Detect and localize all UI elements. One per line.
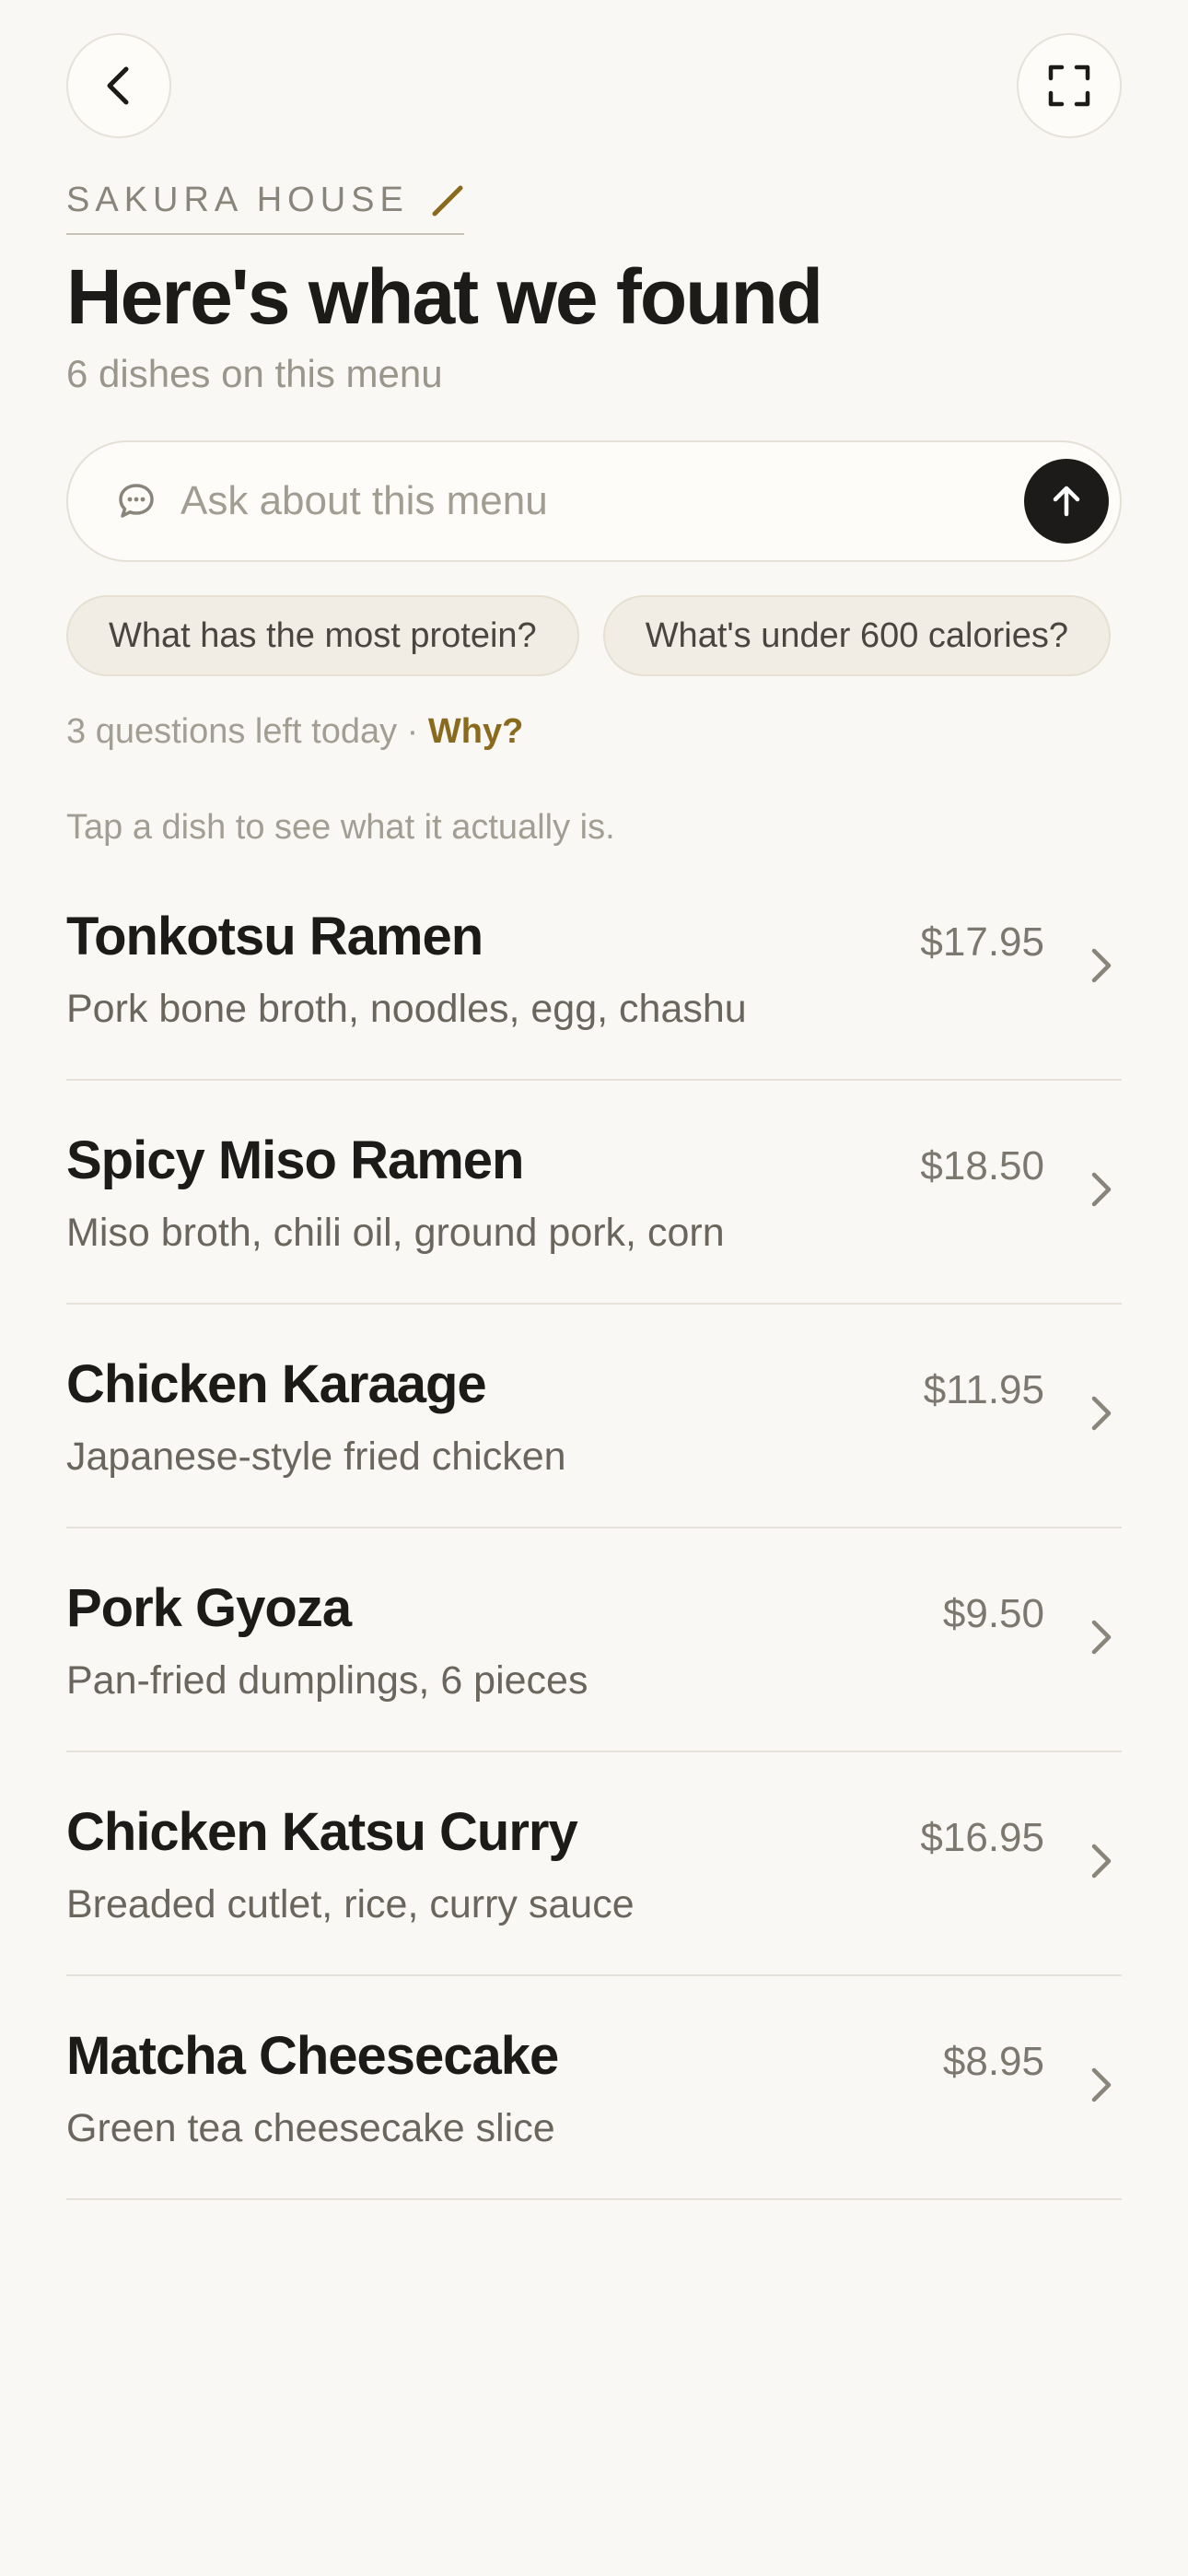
- top-bar: [66, 33, 1122, 138]
- chevron-right-icon: [1091, 1396, 1112, 1431]
- dish-price: $17.95: [920, 919, 1044, 965]
- send-button[interactable]: [1024, 459, 1109, 544]
- dish-price: $18.50: [920, 1143, 1044, 1188]
- chevron-left-icon: [107, 66, 129, 105]
- dish-description: Pan-fried dumplings, 6 pieces: [66, 1658, 588, 1703]
- dish-price: $16.95: [920, 1815, 1044, 1860]
- suggestion-chip-calories[interactable]: What's under 600 calories?: [602, 595, 1111, 676]
- scan-frame-icon: [1048, 64, 1090, 107]
- back-button[interactable]: [66, 33, 171, 138]
- chat-bubble-icon: [119, 484, 154, 518]
- menu-item[interactable]: Matcha Cheesecake Green tea cheesecake s…: [66, 1976, 1122, 2200]
- suggestion-chip-protein[interactable]: What has the most protein?: [66, 595, 579, 676]
- suggestion-chips: What has the most protein? What's under …: [66, 595, 1122, 676]
- dish-name: Matcha Cheesecake: [66, 2026, 559, 2086]
- why-link[interactable]: Why?: [428, 712, 523, 751]
- restaurant-name-edit[interactable]: SAKURA HOUSE: [66, 181, 464, 235]
- chevron-right-icon: [1091, 1620, 1112, 1655]
- dish-name: Tonkotsu Ramen: [66, 907, 483, 966]
- menu-item[interactable]: Pork Gyoza Pan-fried dumplings, 6 pieces…: [66, 1528, 1122, 1752]
- dish-name: Pork Gyoza: [66, 1578, 352, 1638]
- scan-button[interactable]: [1017, 33, 1122, 138]
- chevron-right-icon: [1091, 948, 1112, 983]
- ask-bar: [66, 440, 1122, 562]
- tap-hint: Tap a dish to see what it actually is.: [66, 808, 615, 847]
- menu-results-page: SAKURA HOUSE Here's what we found 6 dish…: [0, 0, 1188, 2576]
- quota-text: 3 questions left today ·: [66, 712, 428, 751]
- page-title: Here's what we found: [66, 253, 823, 340]
- dish-price: $8.95: [942, 2039, 1044, 2084]
- chevron-right-icon: [1091, 1172, 1112, 1207]
- dish-name: Chicken Karaage: [66, 1354, 487, 1414]
- dish-name: Spicy Miso Ramen: [66, 1130, 524, 1190]
- question-quota: 3 questions left today · Why?: [66, 709, 523, 754]
- dish-description: Pork bone broth, noodles, egg, chashu: [66, 987, 747, 1031]
- dish-price: $9.50: [942, 1591, 1044, 1636]
- chevron-right-icon: [1091, 2067, 1112, 2102]
- menu-item[interactable]: Spicy Miso Ramen Miso broth, chili oil, …: [66, 1081, 1122, 1305]
- menu-item[interactable]: Tonkotsu Ramen Pork bone broth, noodles,…: [66, 857, 1122, 1081]
- dish-description: Japanese-style fried chicken: [66, 1434, 566, 1479]
- menu-item[interactable]: Chicken Katsu Curry Breaded cutlet, rice…: [66, 1752, 1122, 1976]
- pencil-icon: [432, 185, 463, 216]
- dish-price: $11.95: [923, 1367, 1044, 1412]
- dish-description: Green tea cheesecake slice: [66, 2106, 555, 2150]
- dish-description: Miso broth, chili oil, ground pork, corn: [66, 1211, 725, 1255]
- arrow-up-icon: [1053, 486, 1080, 517]
- dish-name: Chicken Katsu Curry: [66, 1802, 578, 1862]
- dish-count: 6 dishes on this menu: [66, 352, 443, 395]
- chevron-right-icon: [1091, 1844, 1112, 1879]
- ask-input[interactable]: [181, 478, 1024, 524]
- menu-list: Tonkotsu Ramen Pork bone broth, noodles,…: [66, 857, 1122, 2200]
- menu-item[interactable]: Chicken Karaage Japanese-style fried chi…: [66, 1305, 1122, 1528]
- restaurant-name: SAKURA HOUSE: [66, 181, 409, 219]
- dish-description: Breaded cutlet, rice, curry sauce: [66, 1882, 635, 1926]
